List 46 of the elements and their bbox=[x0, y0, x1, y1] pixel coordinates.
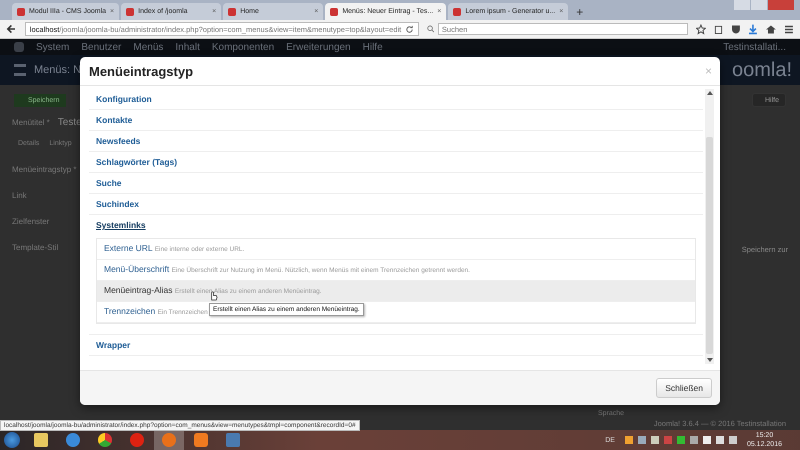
accordion-heading[interactable]: Wrapper bbox=[89, 335, 703, 355]
admin-menu-item[interactable]: Komponenten bbox=[212, 42, 274, 52]
accordion-heading[interactable]: Suchindex bbox=[89, 194, 703, 214]
scrollbar[interactable] bbox=[705, 89, 714, 364]
window-controls-drawing[interactable] bbox=[734, 0, 794, 10]
download-icon[interactable] bbox=[748, 24, 758, 34]
page-title: Menüs: N bbox=[34, 64, 82, 76]
reload-icon[interactable] bbox=[405, 24, 414, 34]
field-label: Link bbox=[12, 191, 28, 200]
new-tab-button[interactable]: + bbox=[570, 3, 590, 20]
page-icon bbox=[17, 8, 25, 16]
search-icon bbox=[427, 25, 435, 33]
back-icon[interactable] bbox=[6, 23, 17, 35]
modal-title: Menüeintragstyp bbox=[89, 64, 194, 78]
close-button[interactable]: Schließen bbox=[656, 378, 712, 398]
admin-menu-item[interactable]: System bbox=[36, 42, 70, 52]
field-label: Template-Stil bbox=[12, 243, 60, 252]
page-icon bbox=[126, 8, 134, 16]
page-icon bbox=[453, 8, 462, 16]
tray-icons-drawing[interactable] bbox=[624, 436, 737, 444]
accordion-heading[interactable]: Newsfeeds bbox=[89, 131, 703, 151]
accordion-heading[interactable]: Schlagwörter (Tags) bbox=[89, 152, 703, 172]
star-icon[interactable] bbox=[696, 24, 706, 34]
accordion-heading[interactable]: Kontakte bbox=[89, 110, 703, 130]
start-button[interactable] bbox=[4, 432, 20, 448]
admin-menu-item[interactable]: Benutzer bbox=[81, 42, 122, 52]
shield-icon[interactable] bbox=[730, 24, 740, 34]
page-icon bbox=[330, 8, 338, 16]
field-label: Zielfenster bbox=[12, 217, 50, 226]
scroll-down-icon[interactable] bbox=[706, 358, 712, 362]
accordion-heading[interactable]: Systemlinks bbox=[89, 215, 703, 235]
site-name-link[interactable]: Testinstallati... bbox=[723, 42, 786, 52]
admin-menu-item[interactable]: Inhalt bbox=[175, 42, 200, 52]
menu-icon[interactable] bbox=[784, 24, 794, 34]
scroll-up-icon[interactable] bbox=[706, 91, 712, 95]
page-icon bbox=[228, 8, 236, 16]
home-icon[interactable] bbox=[766, 24, 776, 34]
admin-menu-item[interactable]: Menüs bbox=[133, 42, 164, 52]
admin-menu-item[interactable]: Hilfe bbox=[362, 42, 383, 52]
logo-text: oomla! bbox=[732, 58, 792, 82]
field-label: Menüeintragstyp * bbox=[12, 165, 76, 174]
accordion-heading[interactable]: Suche bbox=[89, 173, 703, 193]
accordion-heading[interactable]: Konfiguration bbox=[89, 89, 703, 109]
clipboard-icon[interactable] bbox=[714, 24, 722, 34]
field-label: Menütitel * bbox=[12, 118, 50, 127]
admin-menu-item[interactable]: Erweiterungen bbox=[286, 42, 351, 52]
